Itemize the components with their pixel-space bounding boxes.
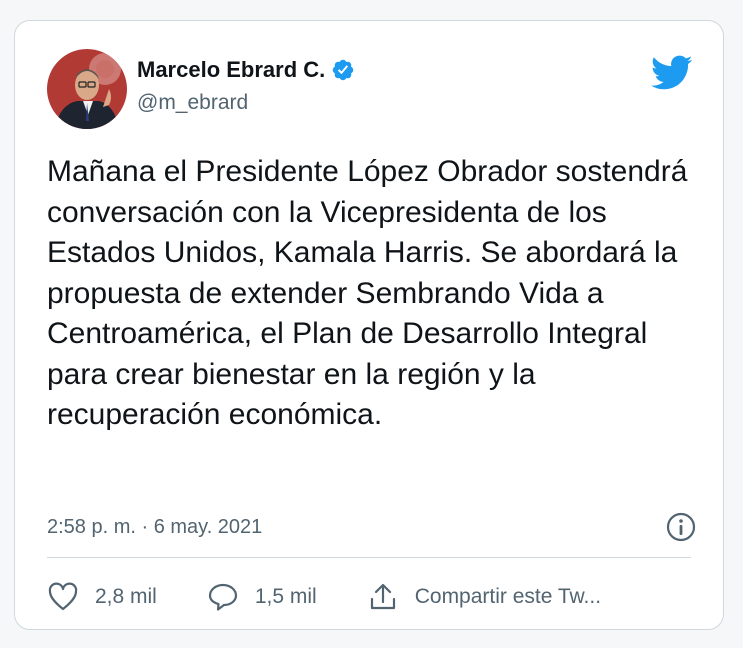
tweet-text: Mañana el Presidente López Obrador soste… bbox=[47, 155, 688, 431]
avatar-photo-icon bbox=[47, 49, 127, 129]
twitter-bird-icon[interactable] bbox=[651, 55, 693, 96]
share-label: Compartir este Tw... bbox=[414, 585, 602, 608]
like-button[interactable]: 2,8 mil bbox=[47, 582, 157, 612]
reply-count: 1,5 mil bbox=[254, 585, 317, 608]
author-handle[interactable]: @m_ebrard bbox=[137, 91, 248, 115]
tweet-meta: 2:58 p. m. · 6 may. 2021 bbox=[47, 509, 697, 545]
tweet-actions: 2,8 mil 1,5 mil Compartir este Tw... bbox=[47, 581, 707, 613]
tweet-timestamp[interactable]: 2:58 p. m. · 6 may. 2021 bbox=[47, 516, 262, 539]
author-name-row: Marcelo Ebrard C. bbox=[137, 57, 355, 83]
info-icon[interactable] bbox=[665, 511, 697, 543]
share-button[interactable]: Compartir este Tw... bbox=[367, 582, 601, 612]
speech-bubble-icon bbox=[208, 583, 237, 611]
verified-badge-icon bbox=[331, 58, 355, 82]
reply-button[interactable]: 1,5 mil bbox=[207, 582, 317, 612]
share-icon bbox=[370, 583, 395, 610]
heart-icon bbox=[48, 582, 78, 611]
avatar[interactable] bbox=[47, 49, 127, 129]
author-name[interactable]: Marcelo Ebrard C. bbox=[137, 57, 325, 83]
divider bbox=[47, 557, 691, 558]
like-count: 2,8 mil bbox=[95, 585, 157, 608]
tweet-card[interactable]: Marcelo Ebrard C. @m_ebrard Mañana el Pr… bbox=[14, 20, 724, 630]
